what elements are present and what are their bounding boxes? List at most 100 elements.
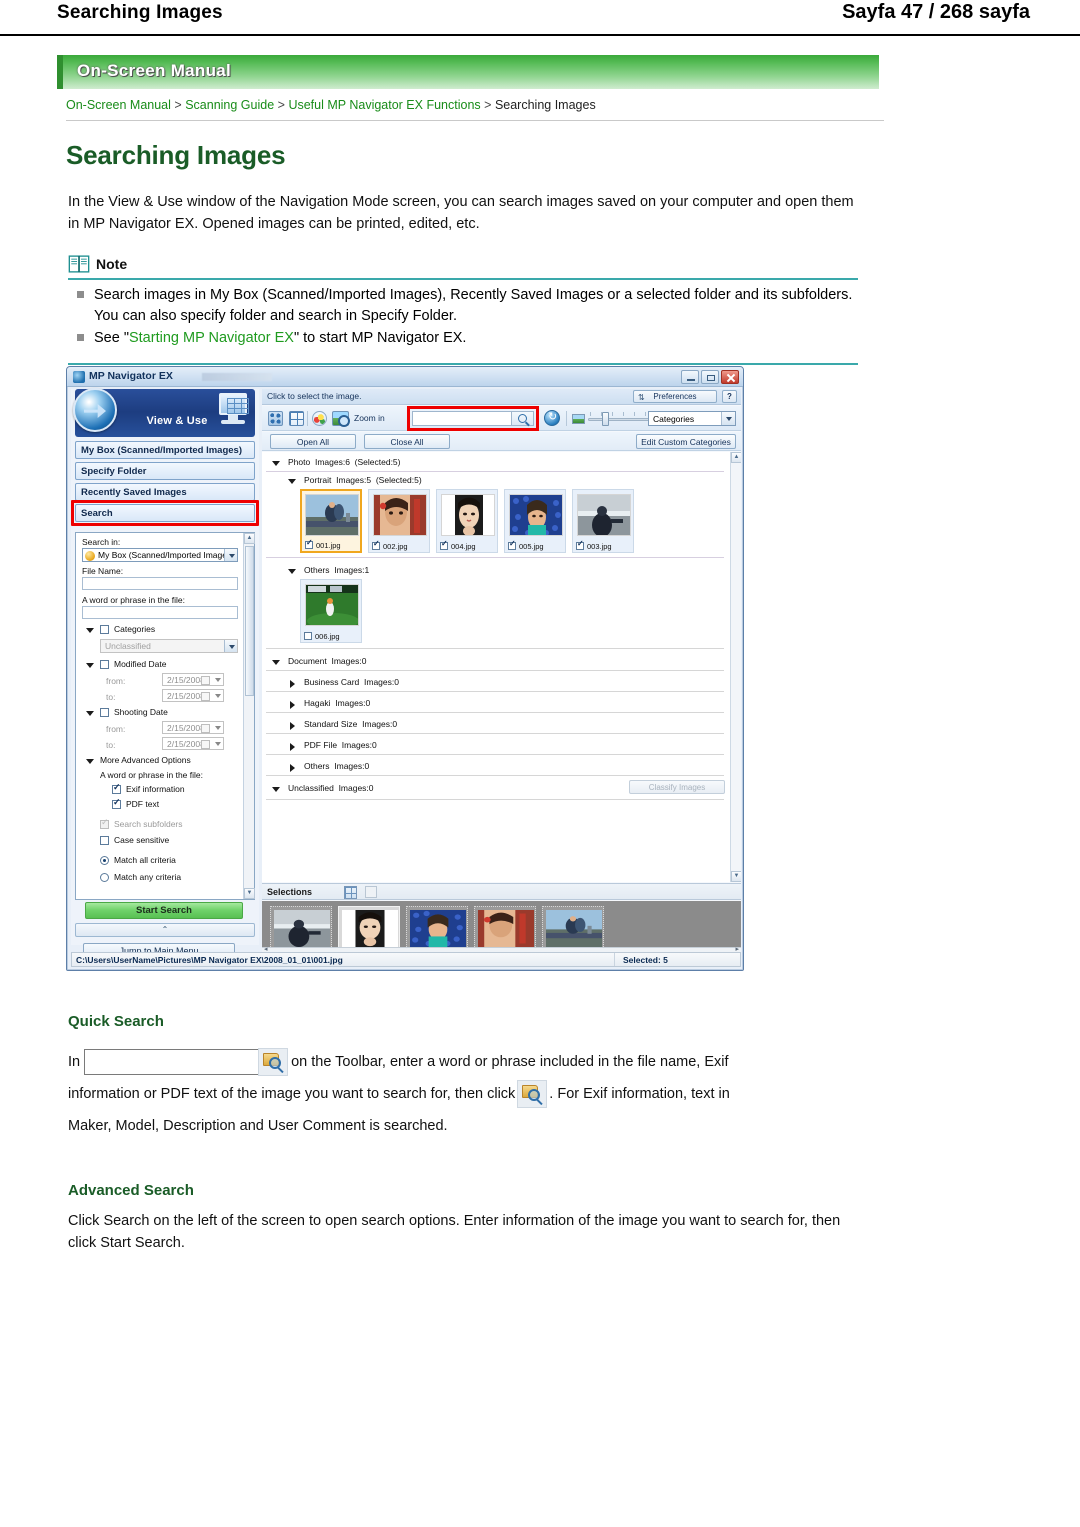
sidebar-item-search[interactable]: Search — [75, 504, 255, 522]
magnifier-search-icon[interactable] — [517, 1080, 548, 1109]
sidebar-item-recently-saved[interactable]: Recently Saved Images — [75, 483, 255, 501]
palette-icon[interactable] — [312, 411, 327, 426]
chevron-down-icon[interactable] — [215, 742, 221, 746]
thumbnail-checkbox[interactable] — [305, 538, 313, 549]
scroll-down-icon[interactable]: ▼ — [244, 888, 255, 899]
calendar-icon[interactable] — [201, 740, 210, 749]
thumbnail-item[interactable]: 001.jpg — [300, 489, 362, 553]
zoom-slider-handle[interactable] — [602, 412, 609, 426]
calendar-icon[interactable] — [201, 676, 210, 685]
zoom-in-icon[interactable] — [332, 411, 350, 427]
help-button[interactable]: ? — [722, 390, 737, 403]
word-phrase-input[interactable] — [82, 606, 238, 619]
match-any-radio[interactable] — [100, 873, 109, 882]
small-image-icon[interactable] — [572, 414, 585, 424]
search-options-scrollbar[interactable]: ▲ ▼ — [243, 533, 255, 899]
thumbnail-item[interactable]: 004.jpg — [436, 489, 498, 553]
zoom-in-label[interactable]: Zoom in — [354, 413, 385, 423]
minimize-icon[interactable] — [681, 370, 699, 384]
modified-to-datepicker[interactable]: 2/15/2008 — [162, 689, 224, 702]
thumbnail-checkbox[interactable] — [508, 539, 516, 550]
scroll-down-icon[interactable]: ▼ — [731, 871, 741, 882]
categories-combo[interactable]: Unclassified — [100, 639, 238, 653]
calendar-icon[interactable] — [201, 692, 210, 701]
chevron-right-icon[interactable] — [290, 764, 295, 772]
file-name-input[interactable] — [82, 577, 238, 590]
clear-selection-icon[interactable] — [365, 886, 377, 898]
chevron-down-icon[interactable] — [224, 549, 237, 561]
collapse-panel-button[interactable]: ⌃ — [75, 923, 255, 937]
chevron-right-icon[interactable] — [290, 680, 295, 688]
breadcrumb-link-manual[interactable]: On-Screen Manual — [66, 98, 171, 112]
shooting-date-checkbox[interactable] — [100, 708, 109, 717]
chevron-down-icon[interactable] — [215, 726, 221, 730]
scroll-up-icon[interactable]: ▲ — [731, 452, 741, 463]
grid-view-icon[interactable] — [289, 411, 304, 426]
shooting-to-datepicker[interactable]: 2/15/2008 — [162, 737, 224, 750]
close-icon[interactable] — [721, 370, 739, 384]
scroll-up-icon[interactable]: ▲ — [244, 533, 255, 544]
thumbnail-checkbox[interactable] — [576, 539, 584, 550]
chevron-right-icon[interactable] — [290, 743, 295, 751]
chevron-down-icon[interactable] — [86, 759, 94, 764]
sidebar-item-specify-folder[interactable]: Specify Folder — [75, 462, 255, 480]
thumbnail-item[interactable]: 006.jpg — [300, 579, 362, 643]
quick-search-button[interactable] — [512, 411, 534, 426]
shooting-from-datepicker[interactable]: 2/15/2008 — [162, 721, 224, 734]
category-combo[interactable]: Categories — [648, 411, 736, 426]
chevron-down-icon[interactable] — [721, 412, 735, 425]
open-all-button[interactable]: Open All — [270, 434, 356, 449]
thumbnail-item[interactable]: 003.jpg — [572, 489, 634, 553]
exif-information-checkbox[interactable] — [112, 782, 121, 794]
select-all-icon[interactable] — [268, 411, 283, 426]
rotate-icon[interactable] — [544, 410, 560, 426]
magnifier-search-icon[interactable] — [258, 1048, 289, 1077]
zoom-slider-track[interactable] — [588, 418, 650, 421]
grid-view-icon[interactable] — [344, 886, 357, 899]
selection-thumbnail[interactable] — [270, 906, 332, 949]
edit-custom-categories-button[interactable]: Edit Custom Categories — [636, 434, 736, 449]
chevron-right-icon[interactable] — [290, 701, 295, 709]
selection-thumbnail[interactable] — [474, 906, 536, 949]
thumbnail-checkbox[interactable] — [440, 539, 448, 550]
search-in-combo[interactable]: My Box (Scanned/Imported Images) — [82, 548, 238, 562]
breadcrumb-link-scanning-guide[interactable]: Scanning Guide — [185, 98, 274, 112]
case-sensitive-checkbox[interactable] — [100, 836, 109, 845]
thumbnail-checkbox[interactable] — [372, 539, 380, 550]
chevron-down-icon[interactable] — [272, 461, 280, 466]
modified-from-datepicker[interactable]: 2/15/2008 — [162, 673, 224, 686]
sidebar-item-my-box[interactable]: My Box (Scanned/Imported Images) — [75, 441, 255, 459]
preferences-button[interactable]: ⇅ Preferences — [633, 390, 717, 403]
scrollbar-thumb[interactable] — [245, 546, 254, 696]
close-all-button[interactable]: Close All — [364, 434, 450, 449]
chevron-down-icon[interactable] — [86, 663, 94, 668]
selection-thumbnail[interactable] — [542, 906, 604, 949]
chevron-down-icon[interactable] — [288, 569, 296, 574]
thumbnail-item[interactable]: 005.jpg — [504, 489, 566, 553]
thumbnail-item[interactable]: 002.jpg — [368, 489, 430, 553]
selection-thumbnail[interactable] — [406, 906, 468, 949]
content-scrollbar[interactable]: ▲ ▼ — [730, 452, 741, 882]
categories-checkbox[interactable] — [100, 625, 109, 634]
thumbnail-checkbox[interactable] — [304, 631, 312, 640]
maximize-icon[interactable] — [701, 370, 719, 384]
quick-search-field-illustration[interactable] — [84, 1049, 260, 1076]
start-search-button[interactable]: Start Search — [85, 902, 243, 919]
chevron-down-icon[interactable] — [224, 640, 237, 652]
chevron-down-icon[interactable] — [272, 660, 280, 665]
chevron-down-icon[interactable] — [86, 711, 94, 716]
match-all-radio[interactable] — [100, 856, 109, 865]
chevron-down-icon[interactable] — [272, 787, 280, 792]
calendar-icon[interactable] — [201, 724, 210, 733]
chevron-down-icon[interactable] — [288, 479, 296, 484]
pdf-text-checkbox[interactable] — [112, 797, 121, 809]
selection-thumbnail[interactable] — [338, 906, 400, 949]
chevron-down-icon[interactable] — [215, 678, 221, 682]
chevron-down-icon[interactable] — [215, 694, 221, 698]
classify-images-button[interactable]: Classify Images — [629, 780, 725, 794]
modified-date-checkbox[interactable] — [100, 660, 109, 669]
chevron-down-icon[interactable] — [86, 628, 94, 633]
breadcrumb-link-useful-functions[interactable]: Useful MP Navigator EX Functions — [288, 98, 480, 112]
note-item-link[interactable]: Starting MP Navigator EX — [129, 330, 294, 346]
chevron-right-icon[interactable] — [290, 722, 295, 730]
